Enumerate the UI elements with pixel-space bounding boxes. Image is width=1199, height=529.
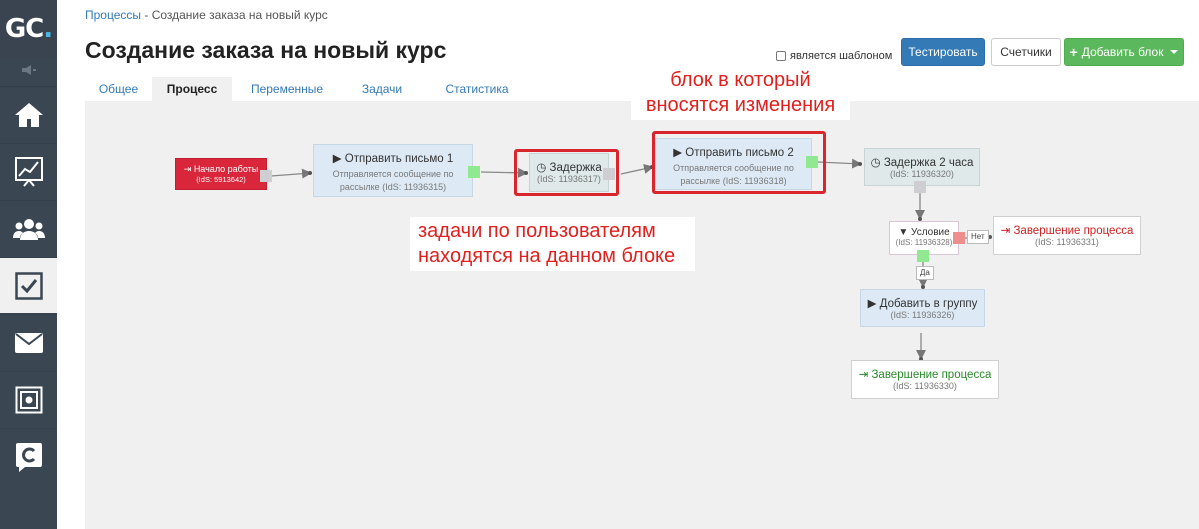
sidebar-item-home[interactable] [0,86,57,142]
process-canvas[interactable]: ⇥ Начало работы (IdS: 5913642) ▶ Отправи… [85,66,1199,529]
breadcrumb: Процессы - Создание заказа на новый курс [85,8,328,22]
sidebar-item-users[interactable] [0,200,57,256]
block-condition-id: (IdS: 11936328) [895,238,953,247]
port-condition-no[interactable] [953,232,965,244]
mail-icon [14,332,43,353]
sidebar: GC. [0,0,57,529]
checkbox-box[interactable] [776,51,786,61]
annotation-tasks-line-1: задачи по пользователям [418,220,656,242]
tabs: Общее Процесс Переменные Задачи Статисти… [85,77,532,101]
breadcrumb-current: Создание заказа на новый курс [151,8,328,22]
tab-process[interactable]: Процесс [152,77,232,101]
annotation-changes-line-1: блок в который [670,69,811,91]
block-add-group[interactable]: ▶ Добавить в группу (IdS: 11936326) [860,289,985,327]
tab-variables[interactable]: Переменные [232,77,342,101]
block-send-1-title: Отправить письмо 1 [344,153,454,165]
highlight-delay-1 [514,149,619,196]
chat-logo-icon [15,442,42,472]
app-window: GC. Процессы - Создание заказа на новый … [0,0,1199,529]
port-start-out[interactable] [260,170,272,182]
breadcrumb-link-processes[interactable]: Процессы [85,8,141,22]
port-delay-2-out[interactable] [914,181,926,193]
port-send-1-out[interactable] [468,166,480,178]
block-end-red[interactable]: ⇥ Завершение процесса (IdS: 11936331) [993,216,1141,255]
plus-icon: + [1069,44,1078,60]
add-block-button[interactable]: + Добавить блок [1064,38,1184,66]
block-end-red-id: (IdS: 11936331) [1035,237,1099,247]
sidebar-item-mail[interactable] [0,314,57,370]
block-condition-title: Условие [911,227,950,238]
sidebar-item-safe[interactable] [0,371,57,427]
block-add-group-title: Добавить в группу [879,298,978,310]
clock-icon: ◷ [870,157,881,169]
play-icon: ▶ [867,298,877,310]
add-block-label: Добавить блок [1081,45,1164,59]
highlight-send-2 [652,131,826,194]
sidebar-item-chat[interactable] [0,428,57,484]
port-condition-yes[interactable] [917,250,929,262]
annotation-tasks-block: задачи по пользователям находятся на дан… [410,217,695,271]
filter-icon: ▼ [898,227,909,238]
block-delay-2-id: (IdS: 11936320) [890,169,954,179]
logo-text: GC [4,14,44,44]
chart-icon [14,156,43,187]
block-add-group-id: (IdS: 11936326) [890,310,955,320]
play-icon: ▶ [332,153,342,165]
block-start-title: Начало работы [193,164,259,174]
block-start[interactable]: ⇥ Начало работы (IdS: 5913642) [175,158,267,190]
annotation-changes-block: блок в который вносятся изменения [631,66,850,120]
block-start-id: (IdS: 5913642) [196,175,246,184]
template-checkbox[interactable]: является шаблоном [776,50,892,62]
block-end-green-id: (IdS: 11936330) [893,381,957,391]
safe-icon [15,386,42,413]
tab-tasks[interactable]: Задачи [342,77,422,101]
logo-dot: . [43,14,53,44]
block-send-1[interactable]: ▶ Отправить письмо 1 Отправляется сообще… [313,144,473,197]
caret-down-icon [1170,50,1179,54]
tab-statistics[interactable]: Статистика [422,77,532,101]
logo[interactable]: GC. [0,0,57,58]
block-send-1-id: (IdS: 11936315) [382,182,447,192]
tasks-icon [14,271,43,300]
block-delay-2-title: Задержка 2 часа [883,157,974,169]
counters-button[interactable]: Счетчики [991,38,1061,66]
annotation-tasks-line-2: находятся на данном блоке [418,245,676,267]
home-icon [14,102,43,127]
sidebar-item-tasks[interactable] [0,257,57,313]
breadcrumb-separator: - [141,8,152,22]
annotation-changes-line-2: вносятся изменения [645,94,836,116]
block-end-green[interactable]: ⇥ Завершение процесса (IdS: 11936330) [851,360,999,399]
sign-in-icon: ⇥ [183,164,192,174]
template-checkbox-label: является шаблоном [790,50,893,62]
edge-label-yes: Да [916,266,934,280]
sign-out-icon: ⇥ [1000,225,1011,237]
page-title: Создание заказа на новый курс [85,37,447,63]
block-end-green-title: Завершение процесса [871,369,992,381]
sign-out-icon: ⇥ [858,369,869,381]
users-icon [12,218,45,240]
collapse-sidebar-icon[interactable] [0,58,57,82]
sidebar-item-stats[interactable] [0,143,57,199]
tab-general[interactable]: Общее [85,77,152,101]
test-button[interactable]: Тестировать [901,38,985,66]
edge-label-no: Нет [967,230,989,244]
block-end-red-title: Завершение процесса [1013,225,1134,237]
